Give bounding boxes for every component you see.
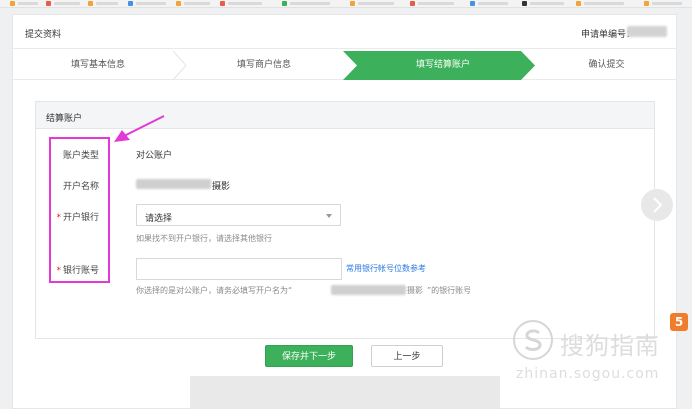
bookmark-icon[interactable] bbox=[350, 1, 355, 6]
account-number-hint-suffix: ”的银行账号 bbox=[427, 286, 472, 295]
bank-hint: 如果找不到开户银行，请选择其他银行 bbox=[136, 234, 272, 243]
next-slide-button[interactable] bbox=[641, 189, 673, 221]
save-next-button[interactable]: 保存并下一步 bbox=[265, 345, 353, 367]
account-number-hint-name: 摄影 bbox=[407, 286, 423, 295]
site-logo-badge: 5 bbox=[670, 313, 688, 331]
bottom-blurred-area bbox=[190, 376, 500, 409]
bookmark-icon[interactable] bbox=[410, 1, 415, 6]
bookmark-label[interactable] bbox=[290, 2, 330, 5]
account-number-reference-link[interactable]: 常用银行帐号位数参考 bbox=[346, 263, 426, 274]
bookmark-label[interactable] bbox=[584, 2, 624, 5]
watermark-text: 搜狗指南 bbox=[560, 332, 660, 360]
step-merchant-info: 填写商户信息 bbox=[236, 60, 291, 70]
watermark-logo-icon bbox=[513, 320, 553, 360]
bookmark-icon[interactable] bbox=[10, 1, 15, 6]
bookmark-label[interactable] bbox=[136, 2, 166, 5]
bookmark-icon[interactable] bbox=[46, 1, 51, 6]
step-confirm-submit: 确认提交 bbox=[588, 60, 625, 70]
previous-step-button[interactable]: 上一步 bbox=[371, 345, 443, 367]
annotation-arrow-icon bbox=[114, 115, 165, 142]
bookmark-label[interactable] bbox=[530, 2, 564, 5]
order-number-redacted bbox=[627, 26, 667, 37]
bookmark-label[interactable] bbox=[358, 2, 394, 5]
step-basic-info: 填写基本信息 bbox=[70, 60, 125, 70]
bookmark-label[interactable] bbox=[184, 2, 210, 5]
bookmark-label[interactable] bbox=[54, 2, 80, 5]
bookmark-icon[interactable] bbox=[88, 1, 93, 6]
bookmark-label[interactable] bbox=[652, 2, 682, 5]
account-number-hint-redacted bbox=[331, 285, 406, 295]
bookmark-icon[interactable] bbox=[220, 1, 225, 6]
account-type-value: 对公账户 bbox=[136, 151, 173, 161]
bookmark-icon[interactable] bbox=[576, 1, 581, 6]
bookmark-icon[interactable] bbox=[176, 1, 181, 6]
bookmark-icon[interactable] bbox=[644, 1, 649, 6]
bank-select[interactable]: 请选择 bbox=[136, 204, 341, 226]
step-progress-bar: 填写基本信息 填写商户信息 填写结算账户 确认提交 bbox=[13, 51, 676, 80]
card-header: 提交资料 申请单编号： bbox=[13, 15, 676, 49]
bookmark-label[interactable] bbox=[18, 2, 38, 5]
account-number-hint-prefix: 你选择的是对公账户，请务必填写开户名为“ bbox=[136, 286, 293, 295]
bookmark-label[interactable] bbox=[96, 2, 118, 5]
bank-select-value: 请选择 bbox=[145, 214, 173, 224]
account-name-redacted bbox=[136, 179, 211, 189]
bookmark-label[interactable] bbox=[228, 2, 262, 5]
bookmark-icon[interactable] bbox=[282, 1, 287, 6]
bookmark-icon[interactable] bbox=[128, 1, 133, 6]
annotation-highlight-box bbox=[49, 137, 110, 283]
watermark-url: zhinan.sogou.com bbox=[516, 366, 660, 382]
bookmark-icon[interactable] bbox=[522, 1, 527, 6]
account-number-input[interactable] bbox=[136, 258, 342, 280]
chevron-down-icon bbox=[326, 214, 332, 218]
page-title: 提交资料 bbox=[25, 30, 62, 40]
bookmark-icon[interactable] bbox=[470, 1, 475, 6]
bookmark-label[interactable] bbox=[418, 2, 454, 5]
bookmark-bar bbox=[0, 0, 692, 8]
section-title: 结算账户 bbox=[46, 114, 83, 124]
step-settlement-account: 填写结算账户 bbox=[415, 60, 470, 70]
bookmark-label[interactable] bbox=[478, 2, 508, 5]
watermark-s-icon bbox=[524, 329, 542, 351]
account-name-suffix: 摄影 bbox=[212, 182, 231, 192]
chevron-right-icon bbox=[653, 197, 663, 213]
